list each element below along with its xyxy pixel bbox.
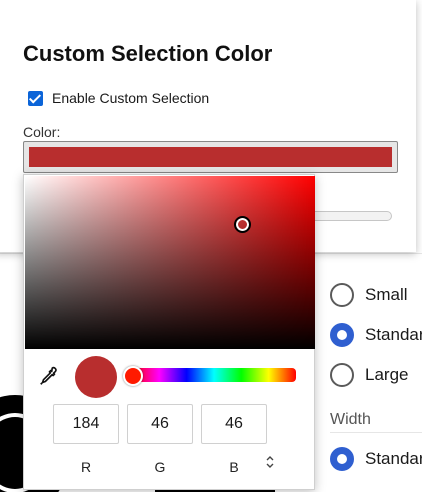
opacity-slider-track[interactable] <box>310 211 392 221</box>
radio-button[interactable] <box>330 283 354 307</box>
color-swatch-fill <box>29 147 392 167</box>
radio-button[interactable] <box>330 447 354 471</box>
red-channel-input[interactable] <box>53 404 119 444</box>
saturation-brightness-handle[interactable] <box>234 215 251 233</box>
red-channel-label: R <box>80 459 92 475</box>
radio-label: Small <box>365 285 408 304</box>
color-swatch-button[interactable] <box>23 141 398 173</box>
radio-button[interactable] <box>330 323 354 347</box>
color-label: Color: <box>23 124 61 140</box>
dialog-title: Custom Selection Color <box>23 41 273 66</box>
radio-label: Standard <box>365 449 422 468</box>
eyedropper-icon[interactable] <box>38 365 60 387</box>
blue-channel-input[interactable] <box>201 404 267 444</box>
radio-button[interactable] <box>330 363 354 387</box>
color-preview-swatch <box>75 356 117 398</box>
radio-option-large[interactable]: Large <box>330 355 422 395</box>
radio-label: Standard <box>365 325 422 344</box>
options-divider <box>330 432 422 433</box>
green-channel-input[interactable] <box>127 404 193 444</box>
enable-custom-selection-label[interactable]: Enable Custom Selection <box>52 90 209 106</box>
green-channel-label: G <box>154 459 166 475</box>
width-section-label: Width <box>330 411 371 428</box>
hue-slider-track[interactable] <box>132 368 296 382</box>
color-picker-popup: R G B <box>23 174 315 490</box>
radio-option-width-standard[interactable]: Standard <box>330 439 422 479</box>
up-down-chevron-icon[interactable] <box>262 455 278 475</box>
radio-label: Large <box>365 365 409 384</box>
enable-custom-selection-checkbox[interactable] <box>28 90 43 106</box>
saturation-brightness-area[interactable] <box>25 176 315 349</box>
hue-slider-handle[interactable] <box>123 366 143 386</box>
enable-custom-selection-row[interactable]: Enable Custom Selection <box>28 90 209 106</box>
radio-option-standard[interactable]: Standard <box>330 315 422 355</box>
radio-option-small[interactable]: Small <box>330 275 422 315</box>
blue-channel-label: B <box>229 459 239 475</box>
options-panel: Small Standard Large Width Standard <box>330 275 422 479</box>
